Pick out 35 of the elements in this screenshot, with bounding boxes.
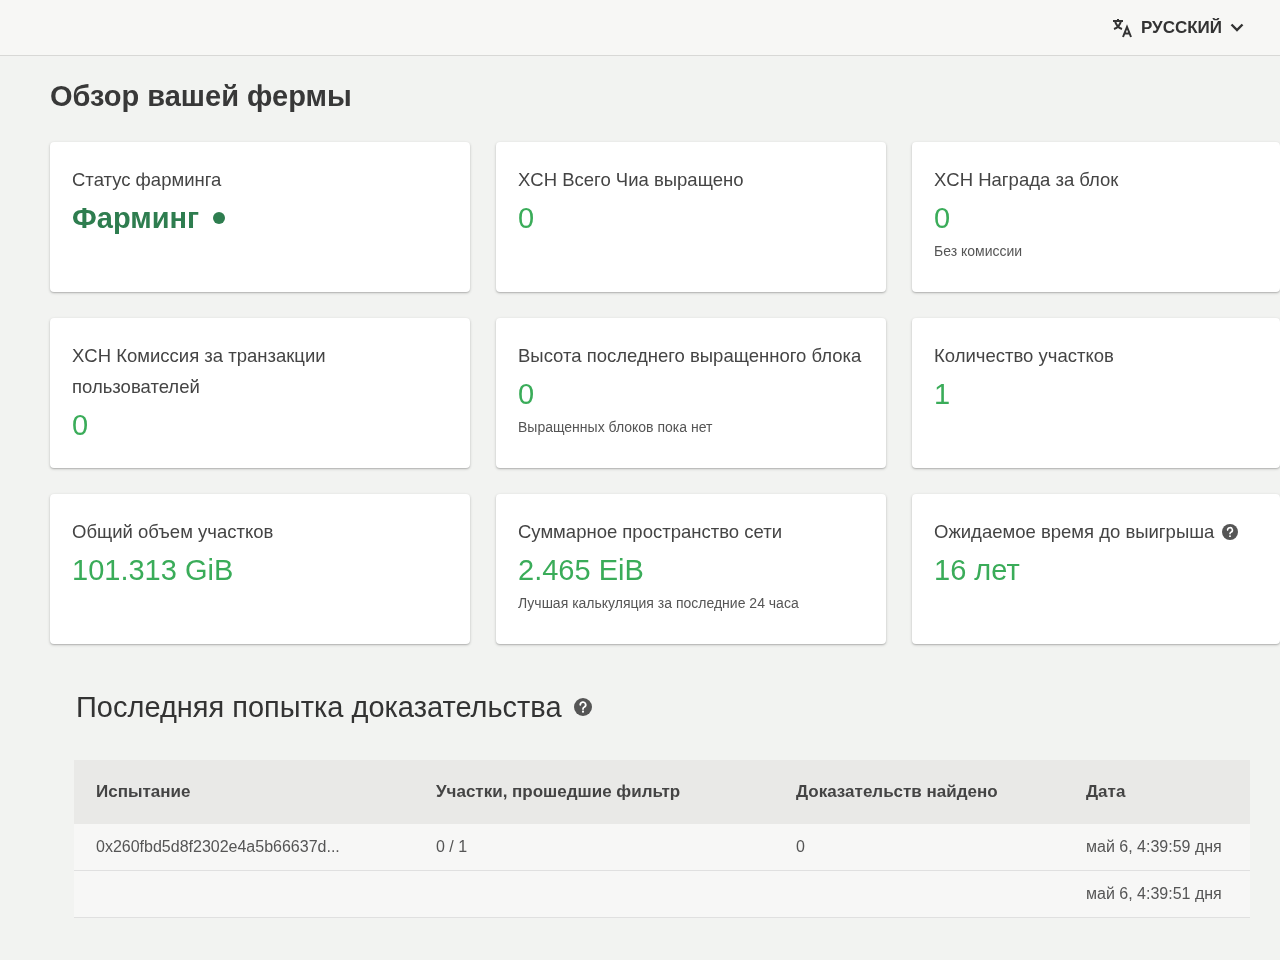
card-label: Суммарное пространство сети [518, 520, 782, 544]
card-label: Ожидаемое время до выигрыша [934, 520, 1215, 544]
card-value: 101.313 GiB [72, 553, 234, 588]
card-note: Лучшая калькуляция за последние 24 часа [518, 595, 800, 611]
card-label: Высота последнего выращенного блока [518, 344, 862, 368]
caret-icon [1230, 23, 1244, 32]
card-value: 0 [934, 201, 951, 236]
table-cell: май 6, 4:39:59 дня [1086, 838, 1222, 855]
table-cell: 0x260fbd5d8f2302e4a5b66637d... [96, 838, 340, 855]
card-value: 2.465 EiB [518, 553, 644, 588]
card-label: Общий объем участков [72, 520, 274, 544]
card-value: 0 [72, 408, 89, 443]
section-title: Последняя попытка доказательства [76, 690, 562, 725]
column-header: Дата [1086, 782, 1126, 801]
card-label: XCH Награда за блок [934, 168, 1119, 192]
card-label: Статус фарминга [72, 168, 222, 192]
card-value: 1 [934, 377, 951, 412]
card-label: Количество участков [934, 344, 1114, 368]
card-note: Выращенных блоков пока нет [518, 419, 714, 435]
column-header: Участки, прошедшие фильтр [436, 782, 681, 801]
column-header: Доказательств найдено [796, 782, 998, 801]
language-button[interactable]: РУССКИЙ [1100, 8, 1254, 47]
table-cell: 0 / 1 [436, 838, 468, 855]
column-header: Испытание [96, 782, 191, 801]
table-cell: май 6, 4:39:51 дня [1086, 885, 1222, 902]
card-note: Без комиссии [934, 243, 1024, 259]
translate-icon [1110, 16, 1133, 39]
page-title: Обзор вашей фермы [50, 79, 352, 114]
card-value: 0 [518, 201, 535, 236]
card-value: 0 [518, 377, 535, 412]
card-value: 16 лет [934, 553, 1020, 588]
table-cell: 0 [796, 838, 805, 855]
card-label: XCH Всего Чиа выращено [518, 168, 744, 192]
card-label: XCH Комиссия за транзакции пользователей [72, 344, 327, 399]
status-value: Фарминг [72, 201, 200, 236]
